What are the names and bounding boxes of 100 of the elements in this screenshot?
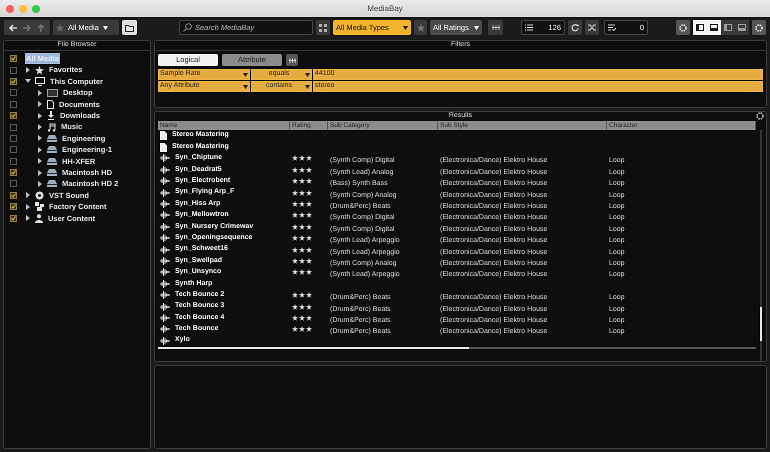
waveform-icon bbox=[160, 154, 170, 162]
waveform-icon bbox=[160, 325, 170, 334]
waveform-icon bbox=[160, 302, 170, 311]
collapsed-arrow-icon[interactable] bbox=[37, 170, 43, 176]
collapsed-arrow-icon[interactable] bbox=[37, 101, 43, 108]
star-icon bbox=[56, 24, 64, 32]
download-icon bbox=[47, 111, 55, 120]
collapsed-arrow-icon[interactable] bbox=[37, 180, 43, 187]
collapsed-arrow-icon[interactable] bbox=[37, 146, 43, 153]
layout-icon bbox=[724, 24, 732, 31]
checkbox[interactable] bbox=[10, 203, 17, 210]
refresh-icon bbox=[571, 24, 579, 32]
shuffle-icon bbox=[588, 24, 596, 31]
caret-icon bbox=[403, 26, 408, 30]
settings-icon bbox=[679, 24, 687, 32]
caret-icon bbox=[243, 72, 248, 76]
checkbox[interactable] bbox=[10, 78, 17, 85]
caret-icon bbox=[305, 84, 310, 88]
caret-icon bbox=[305, 72, 310, 76]
star-icon bbox=[416, 24, 424, 32]
vertical-scrollbar[interactable] bbox=[760, 130, 762, 361]
horizontal-scrollbar[interactable] bbox=[158, 347, 756, 350]
collapsed-arrow-icon[interactable] bbox=[37, 90, 43, 96]
checkbox[interactable] bbox=[10, 55, 17, 62]
caret-icon bbox=[474, 26, 479, 30]
checkbox[interactable] bbox=[10, 146, 17, 154]
forward-arrow-icon[interactable] bbox=[23, 24, 31, 32]
drive-icon bbox=[47, 180, 57, 188]
disc-icon bbox=[35, 190, 44, 200]
checkbox[interactable] bbox=[10, 124, 17, 131]
collapsed-arrow-icon[interactable] bbox=[25, 204, 31, 210]
desktop-icon bbox=[47, 88, 58, 97]
up-arrow-icon[interactable] bbox=[37, 24, 45, 32]
caret-icon bbox=[102, 26, 108, 30]
waveform-icon bbox=[160, 291, 170, 300]
layout-toggle[interactable] bbox=[721, 20, 735, 35]
settings-button[interactable] bbox=[676, 20, 690, 35]
layout-toggle[interactable] bbox=[735, 20, 749, 35]
caret-icon bbox=[243, 84, 248, 88]
drive-icon bbox=[47, 169, 57, 176]
settings-button[interactable] bbox=[752, 20, 766, 35]
window-title: MediaBay bbox=[367, 2, 403, 14]
collapsed-arrow-icon[interactable] bbox=[25, 67, 31, 74]
sliders-icon bbox=[492, 25, 500, 30]
list-icon bbox=[525, 24, 533, 31]
checklist-icon bbox=[608, 24, 616, 31]
folder-icon bbox=[125, 24, 134, 32]
monitor-icon bbox=[35, 76, 45, 86]
collapsed-arrow-icon[interactable] bbox=[37, 135, 43, 142]
collapsed-arrow-icon[interactable] bbox=[37, 158, 43, 164]
music-note-icon bbox=[47, 122, 56, 132]
waveform-icon bbox=[160, 222, 170, 231]
waveform-icon bbox=[160, 188, 170, 197]
checkbox[interactable] bbox=[10, 89, 17, 96]
settings-icon bbox=[755, 24, 763, 32]
waveform-icon bbox=[160, 177, 170, 186]
drive-icon bbox=[47, 146, 57, 154]
filter-button[interactable] bbox=[286, 54, 298, 66]
waveform-icon bbox=[160, 234, 170, 242]
checkbox[interactable] bbox=[10, 158, 17, 165]
user-icon bbox=[35, 214, 43, 223]
layout-toggle[interactable] bbox=[693, 20, 707, 35]
checkbox[interactable] bbox=[10, 214, 17, 222]
folder-button[interactable] bbox=[122, 20, 137, 35]
layout-toggle[interactable] bbox=[707, 20, 721, 35]
checkbox[interactable] bbox=[10, 112, 17, 120]
collapsed-arrow-icon[interactable] bbox=[37, 124, 43, 130]
checkbox[interactable] bbox=[10, 169, 17, 176]
document-icon bbox=[47, 100, 54, 109]
grid-icon bbox=[319, 24, 327, 32]
waveform-icon bbox=[160, 336, 170, 345]
drive-icon bbox=[47, 134, 57, 142]
collapsed-arrow-icon[interactable] bbox=[37, 112, 43, 119]
drive-icon bbox=[47, 158, 57, 165]
refresh-button[interactable] bbox=[568, 20, 582, 35]
waveform-icon bbox=[160, 314, 170, 322]
expanded-arrow-icon[interactable] bbox=[25, 78, 31, 84]
waveform-icon bbox=[160, 246, 170, 254]
waveform-icon bbox=[160, 200, 170, 208]
collapsed-arrow-icon[interactable] bbox=[25, 215, 31, 222]
collapsed-arrow-icon[interactable] bbox=[25, 192, 31, 198]
layout-icon bbox=[710, 24, 718, 31]
shuffle-button[interactable] bbox=[585, 20, 599, 35]
waveform-icon bbox=[160, 280, 170, 288]
settings-icon[interactable] bbox=[756, 112, 764, 120]
checkbox[interactable] bbox=[10, 134, 17, 142]
checkbox[interactable] bbox=[10, 66, 17, 74]
back-arrow-icon[interactable] bbox=[9, 24, 17, 32]
filter-button[interactable] bbox=[488, 20, 503, 35]
blocks-icon bbox=[35, 202, 44, 212]
waveform-icon bbox=[160, 256, 170, 265]
layout-icon bbox=[738, 24, 746, 31]
layout-icon bbox=[696, 24, 704, 31]
sliders-icon bbox=[288, 58, 296, 62]
search-icon bbox=[183, 23, 192, 32]
waveform-icon bbox=[160, 211, 170, 220]
waveform-icon bbox=[160, 166, 170, 174]
checkbox[interactable] bbox=[10, 180, 17, 188]
checkbox[interactable] bbox=[10, 100, 17, 108]
checkbox[interactable] bbox=[10, 192, 17, 199]
